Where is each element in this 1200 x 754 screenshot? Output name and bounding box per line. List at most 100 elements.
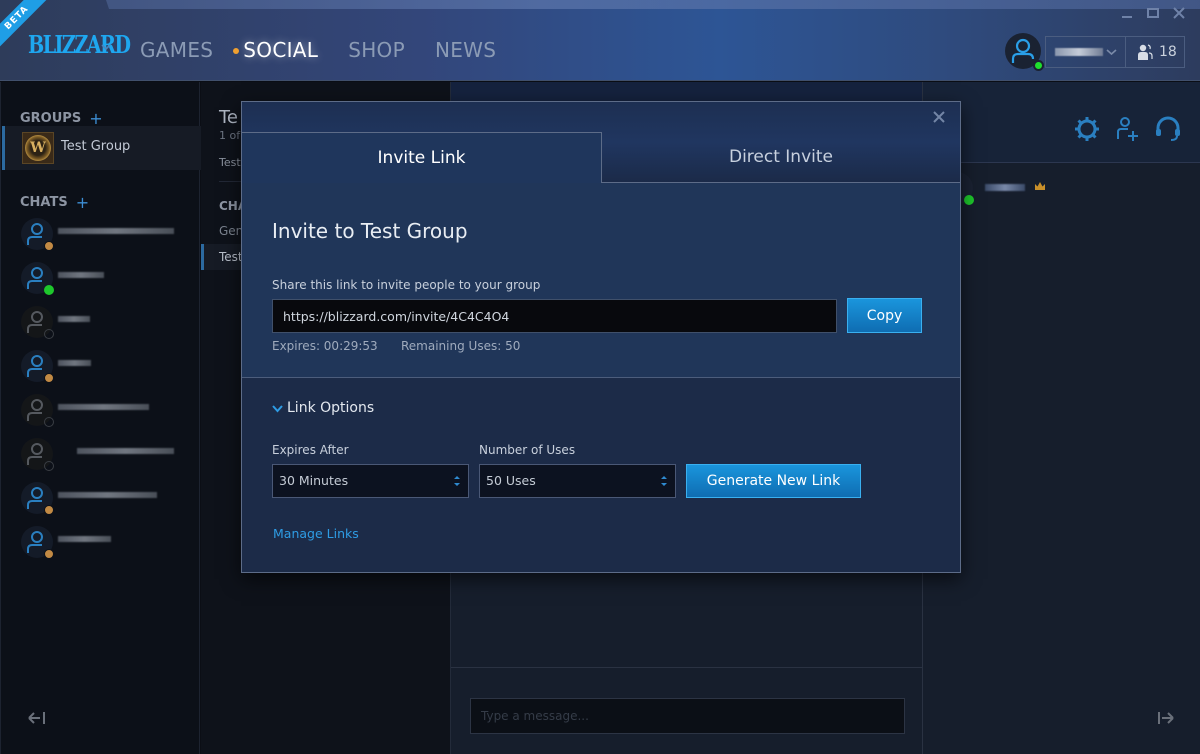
- away-status-icon: [44, 549, 54, 559]
- member-list-item[interactable]: [941, 172, 1181, 205]
- add-chat-icon[interactable]: +: [76, 193, 89, 212]
- remaining-uses: Remaining Uses: 50: [401, 339, 521, 353]
- account-menu[interactable]: [1045, 36, 1125, 68]
- chevron-down-icon: [272, 404, 283, 412]
- link-options-toggle[interactable]: Link Options: [272, 400, 374, 416]
- chat-name-redacted: [58, 360, 91, 366]
- chats-header-label: CHATS: [20, 195, 68, 210]
- away-status-icon: [44, 241, 54, 251]
- away-status-icon: [44, 505, 54, 515]
- nav-games[interactable]: GAMES: [140, 38, 213, 62]
- collapse-sidebar-icon[interactable]: [27, 710, 47, 726]
- chat-list-item[interactable]: [21, 306, 196, 342]
- chevron-down-icon[interactable]: [100, 42, 112, 52]
- tab-direct-invite[interactable]: Direct Invite: [602, 132, 960, 183]
- group-online-count: 1 of: [219, 129, 241, 142]
- number-of-uses-value: 50 Uses: [486, 473, 536, 488]
- chat-list-item[interactable]: [21, 350, 196, 386]
- user-avatar[interactable]: [1005, 33, 1044, 71]
- copy-button[interactable]: Copy: [847, 298, 922, 333]
- close-icon[interactable]: [932, 110, 946, 124]
- invite-dialog: Invite Link Direct Invite Invite to Test…: [241, 101, 961, 573]
- chat-name-redacted: [58, 536, 111, 542]
- channel-label: Test: [219, 250, 243, 264]
- world-of-warcraft-icon: W: [22, 132, 54, 164]
- divider: [923, 162, 1200, 163]
- maximize-icon[interactable]: [1146, 6, 1160, 20]
- nav-shop-label: SHOP: [348, 38, 405, 62]
- crown-icon: [1035, 182, 1045, 190]
- tab-label: Invite Link: [377, 148, 466, 168]
- chat-name-redacted: [58, 228, 174, 234]
- offline-status-icon: [44, 417, 54, 427]
- invite-link-field[interactable]: [272, 299, 837, 333]
- chat-name-redacted: [58, 316, 90, 322]
- chats-header: CHATS +: [20, 193, 89, 212]
- member-name-redacted: [985, 184, 1025, 191]
- nav-social-label: SOCIAL: [243, 38, 319, 62]
- nav-shop[interactable]: SHOP: [348, 38, 405, 62]
- chevron-down-icon: [1106, 49, 1117, 56]
- headset-icon[interactable]: [1154, 115, 1182, 143]
- nav-social[interactable]: SOCIAL: [233, 38, 319, 62]
- nav-news[interactable]: NEWS: [435, 38, 496, 62]
- blizzard-logo[interactable]: BLIZZARD: [28, 30, 131, 59]
- manage-links-link[interactable]: Manage Links: [273, 526, 359, 541]
- chat-name-redacted: [58, 404, 149, 410]
- link-options-label: Link Options: [287, 400, 375, 416]
- account-name-redacted: [1055, 48, 1103, 56]
- share-link-label: Share this link to invite people to your…: [272, 278, 541, 292]
- friends-icon: [1138, 44, 1153, 60]
- chat-list-item[interactable]: [21, 438, 196, 474]
- sidebar-item-test-group[interactable]: W Test Group: [2, 126, 201, 170]
- divider: [451, 667, 922, 668]
- chat-list-item[interactable]: [21, 262, 196, 298]
- offline-status-icon: [44, 329, 54, 339]
- window-controls: [1120, 6, 1186, 20]
- dialog-title: Invite to Test Group: [272, 219, 468, 243]
- sort-arrows-icon: [454, 476, 460, 486]
- group-member-line: Test: [219, 156, 241, 169]
- sidebar: GROUPS + W Test Group CHATS +: [0, 82, 201, 754]
- chat-name-redacted: [77, 448, 174, 454]
- groups-header-label: GROUPS: [20, 111, 82, 126]
- friends-button[interactable]: 18: [1125, 36, 1185, 68]
- chat-name-redacted: [58, 492, 157, 498]
- online-status-indicator: [1033, 60, 1044, 71]
- away-status-icon: [44, 373, 54, 383]
- add-friend-icon[interactable]: [1114, 115, 1142, 143]
- number-of-uses-select[interactable]: 50 Uses: [479, 464, 676, 498]
- nav-news-label: NEWS: [434, 38, 497, 62]
- generate-new-link-button[interactable]: Generate New Link: [686, 464, 861, 498]
- offline-status-icon: [44, 461, 54, 471]
- members-panel: [923, 82, 1200, 754]
- chat-name-redacted: [58, 272, 104, 278]
- chat-list-item[interactable]: [21, 218, 196, 254]
- top-bar: BETA BLIZZARD GAMES SOCIAL SHOP NEWS 18: [0, 0, 1200, 81]
- link-options-section: Link Options Expires After 30 Minutes Nu…: [242, 378, 960, 572]
- expand-panel-icon[interactable]: [1156, 710, 1176, 726]
- expires-after-value: 30 Minutes: [279, 473, 349, 488]
- chat-list-item[interactable]: [21, 526, 196, 562]
- invite-link-section: Invite to Test Group Share this link to …: [242, 183, 960, 377]
- expires-countdown: Expires: 00:29:53: [272, 339, 378, 353]
- notification-dot: [233, 48, 240, 54]
- group-title: Te: [219, 107, 239, 128]
- sort-arrows-icon: [661, 476, 667, 486]
- tab-invite-link[interactable]: Invite Link: [242, 132, 602, 184]
- friends-online-count: 18: [1159, 44, 1177, 60]
- nav-games-label: GAMES: [140, 38, 214, 62]
- expires-after-label: Expires After: [272, 443, 349, 457]
- channel-label: Gen: [219, 224, 244, 238]
- chat-list-item[interactable]: [21, 394, 196, 430]
- group-name: Test Group: [61, 139, 131, 154]
- online-status-icon: [964, 195, 974, 205]
- online-status-icon: [44, 285, 54, 295]
- minimize-icon[interactable]: [1120, 6, 1134, 20]
- message-input[interactable]: [470, 698, 905, 734]
- close-icon[interactable]: [1172, 6, 1186, 20]
- gear-icon[interactable]: [1073, 115, 1101, 143]
- title-bar-ridge: [106, 0, 1200, 9]
- chat-list-item[interactable]: [21, 482, 196, 518]
- expires-after-select[interactable]: 30 Minutes: [272, 464, 469, 498]
